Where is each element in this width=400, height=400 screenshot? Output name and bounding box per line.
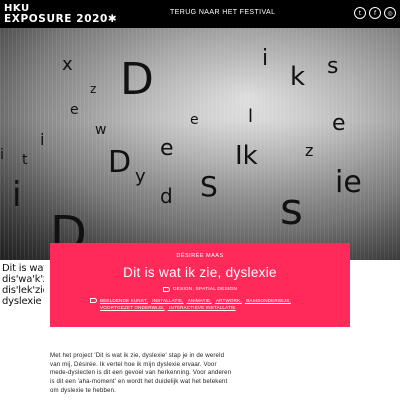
tag-link[interactable]: BASISONDERWIJS, <box>246 298 291 303</box>
project-info-card: DÉSIRÉE MAAS Dit is wat ik zie, dyslexie… <box>50 243 350 327</box>
project-thumbnail[interactable]: Dit is wat ik zie dis'wa'k'zie dis'lek'z… <box>0 260 44 310</box>
description-line: om dyslexie te hebben. <box>50 386 116 394</box>
thumbnail-line: dis'wa'k'zie <box>2 274 44 285</box>
tag-link[interactable]: ANIMATIE, <box>188 298 212 303</box>
hero-letter: e <box>332 111 346 136</box>
hero-letter: i <box>40 130 45 149</box>
back-to-festival-link[interactable]: TERUG NAAR HET FESTIVAL <box>170 9 275 16</box>
thumbnail-line: Dit is wat ik zie <box>2 263 44 274</box>
hero-letter: w <box>95 122 107 138</box>
hero-letter: D <box>108 145 132 180</box>
instagram-icon[interactable]: ◎ <box>384 7 396 19</box>
tag-link[interactable]: INTERACTIEVE INSTALLATIE <box>169 305 235 310</box>
social-links: t f ◎ <box>354 7 396 19</box>
hero-letter: D <box>120 54 154 105</box>
project-tags: BEELDENDE KUNST, INSTALLATIE, ANIMATIE, … <box>85 297 315 311</box>
description-line: is dit een 'aha-moment' en wordt het dui… <box>50 378 228 386</box>
description-line: Met het project 'Dit is wat ik zie, dysl… <box>50 352 225 359</box>
tag-link[interactable]: BEELDENDE KUNST, <box>100 298 148 303</box>
hku-exposure-logo[interactable]: HKU EXPOSURE 2020✱ <box>4 3 117 25</box>
tag-link[interactable]: INSTALLATIE, <box>152 298 183 303</box>
project-title: Dit is wat ik zie, dyslexie <box>123 265 277 280</box>
category-icon <box>162 287 170 292</box>
hero-letter: ie <box>335 165 362 200</box>
hero-image: D i s l e k ie s Ik z D i e y d S x e i … <box>0 28 400 260</box>
hero-letter: z <box>90 82 97 96</box>
description-line: van mij, Désirée. Ik vertel hoe ik mijn … <box>50 360 217 368</box>
hero-letter: e <box>160 136 174 161</box>
top-bar: HKU EXPOSURE 2020✱ TERUG NAAR HET FESTIV… <box>0 0 400 28</box>
hero-letter: i <box>12 175 22 215</box>
hero-letter: z <box>305 141 314 160</box>
hero-letter: k <box>290 62 306 92</box>
hero-letter: i <box>262 46 269 71</box>
hero-letter: e <box>190 112 199 128</box>
hero-letter: t <box>22 152 28 168</box>
project-categories: DESIGN, SPATIAL DESIGN <box>50 286 350 292</box>
hero-letter: y <box>135 166 146 187</box>
project-author[interactable]: DÉSIRÉE MAAS <box>50 253 350 259</box>
hero-letter: s <box>280 184 303 235</box>
thumbnail-line: dis'lek'zie <box>2 285 44 296</box>
description-line: mede-dyslecten is dit een gevoel van her… <box>50 369 232 377</box>
hero-letter: Ik <box>235 141 258 171</box>
twitter-icon[interactable]: t <box>354 7 366 19</box>
logo-exposure-2020: EXPOSURE 2020✱ <box>4 13 118 25</box>
thumbnail-line: dyslexie <box>2 296 42 307</box>
tag-icon <box>90 298 97 303</box>
facebook-icon[interactable]: f <box>369 7 381 19</box>
hero-letter: l <box>248 106 254 127</box>
hero-letter: d <box>160 184 173 208</box>
project-description: Met het project 'Dit is wat ik zie, dysl… <box>50 352 350 396</box>
category-list: DESIGN, SPATIAL DESIGN <box>172 286 238 292</box>
hero-letter: e <box>70 102 79 118</box>
tag-link[interactable]: ARTWORK, <box>216 298 242 303</box>
hero-letter: i <box>0 147 4 163</box>
tag-list: BEELDENDE KUNST, INSTALLATIE, ANIMATIE, … <box>100 297 310 311</box>
hero-letter: s <box>327 54 339 79</box>
tag-link[interactable]: VOORTGEZET ONDERWIJS, <box>100 305 165 310</box>
hero-letter: S <box>200 170 218 203</box>
hero-letter: x <box>62 54 73 75</box>
